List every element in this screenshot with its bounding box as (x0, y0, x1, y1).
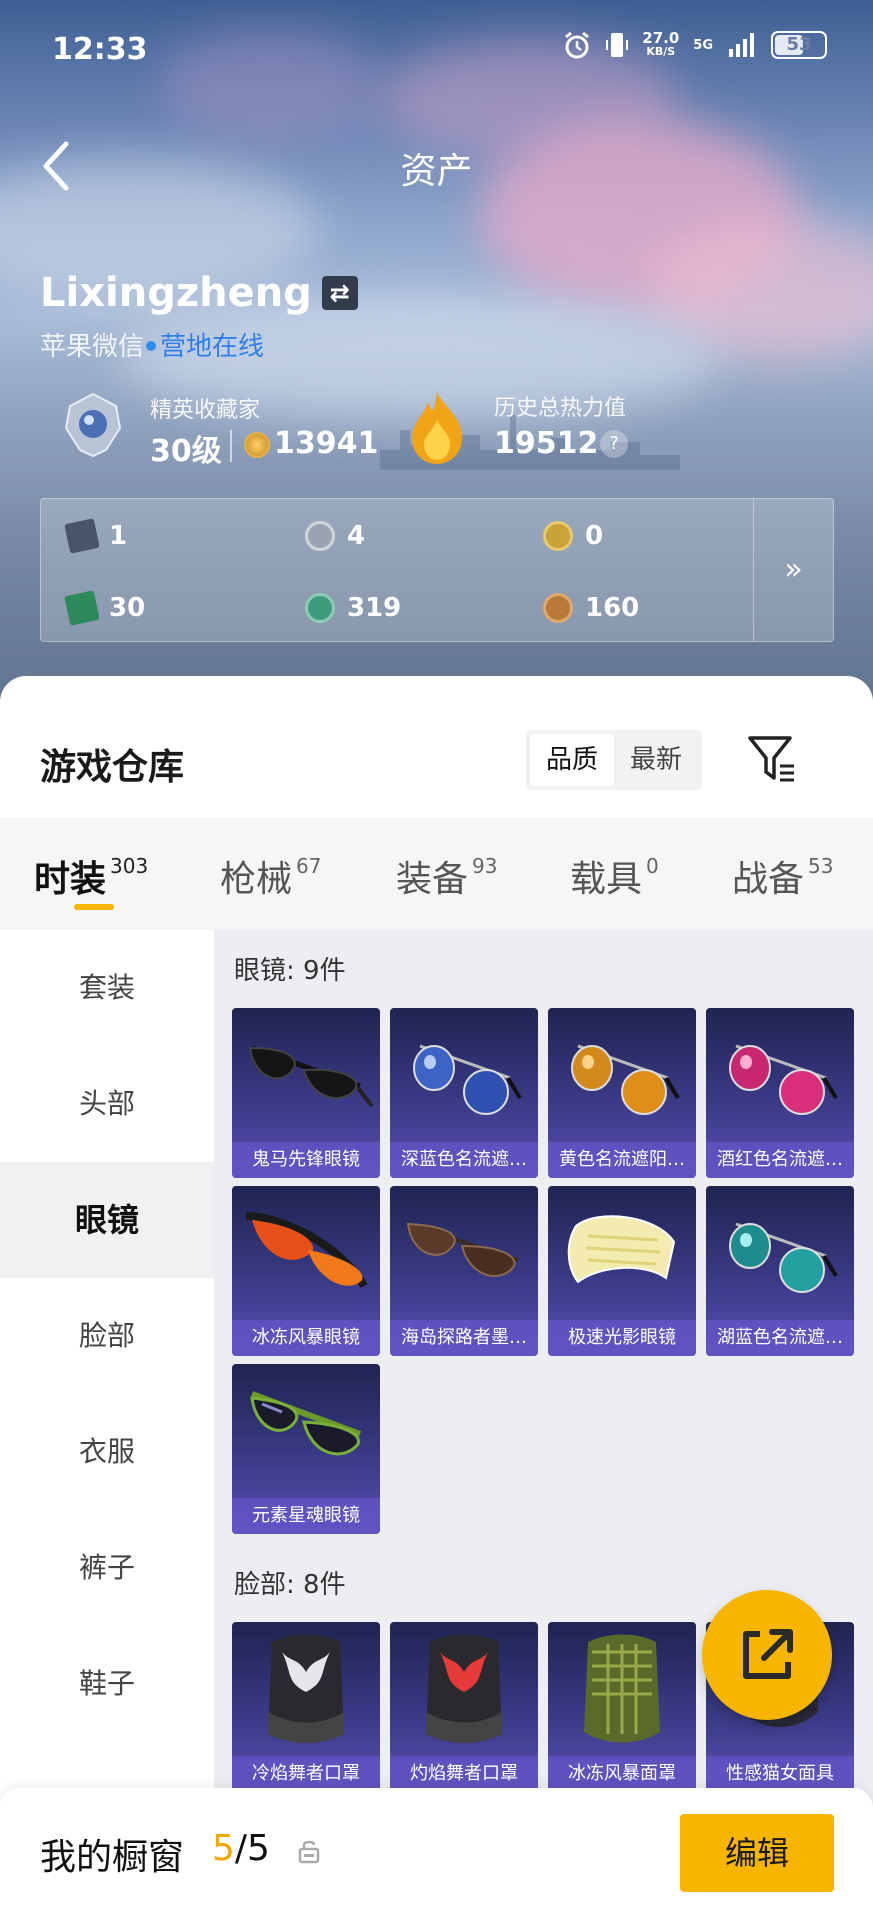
rank-title: 精英收藏家 (150, 398, 261, 423)
sidebar: 套装 头部 眼镜 脸部 衣服 裤子 鞋子 (0, 930, 214, 1920)
asset-item: 0 (543, 521, 603, 551)
item-card[interactable]: 灼焰舞者口罩 (390, 1622, 538, 1792)
coin-value: 13941 (274, 426, 379, 461)
aviator-glasses-icon (729, 1222, 838, 1293)
share-button[interactable] (702, 1590, 832, 1720)
item-card[interactable]: 极速光影眼镜 (548, 1186, 696, 1356)
item-card[interactable]: 海岛探路者墨… (390, 1186, 538, 1356)
item-grid: 眼镜: 9件 鬼马先锋眼镜 深蓝色名流遮… 黄色名流遮阳… 酒红色名流遮… 冰冻… (214, 930, 873, 1920)
sort-toggle: 品质 最新 (526, 730, 702, 790)
sort-latest-button[interactable]: 最新 (614, 734, 698, 786)
bronze-coin-icon (543, 593, 573, 623)
sunglasses-icon (406, 1222, 519, 1277)
active-tab-indicator (74, 904, 114, 910)
heat-title: 历史总热力值 (494, 396, 627, 421)
aviator-glasses-icon (729, 1044, 838, 1115)
asset-item: 30 (64, 590, 145, 626)
warehouse-sheet: 游戏仓库 品质 最新 时装 303 枪械 67 装备 93 载具 0 战备 53 套装 头… (0, 676, 873, 1920)
online-status: 营地在线 (160, 332, 265, 362)
gold-badge-icon (543, 521, 573, 551)
face-mask-icon (584, 1634, 660, 1743)
item-card[interactable]: 鬼马先锋眼镜 (232, 1008, 380, 1178)
mask-icon (426, 1634, 502, 1743)
account-info: 苹果微信 营地在线 (40, 326, 264, 363)
silver-coin-icon (305, 521, 335, 551)
visor-glasses-icon (567, 1215, 676, 1284)
more-assets-button[interactable]: » (753, 499, 833, 641)
signal-type: 5G (693, 37, 713, 53)
item-card[interactable]: 元素星魂眼镜 (232, 1364, 380, 1534)
asset-item: 319 (305, 593, 401, 623)
swap-account-icon[interactable]: ⇄ (321, 276, 358, 310)
tab-vehicles[interactable]: 载具 0 (570, 850, 659, 902)
card-icon (64, 518, 100, 554)
sidebar-item-glasses[interactable]: 眼镜 (0, 1162, 214, 1278)
platform-label: 苹果微信 (40, 332, 145, 362)
warehouse-title: 游戏仓库 (40, 747, 185, 788)
mask-icon (268, 1634, 344, 1743)
tab-firearms[interactable]: 枪械 67 (220, 850, 321, 902)
bottom-bar: 我的橱窗 5/5 编辑 (0, 1788, 873, 1920)
item-card[interactable]: 酒红色名流遮… (706, 1008, 854, 1178)
sport-glasses-icon (245, 1212, 368, 1289)
item-card[interactable]: 深蓝色名流遮… (390, 1008, 538, 1178)
asset-item: 1 (64, 518, 127, 554)
sidebar-item-outfit[interactable]: 套装 (0, 930, 214, 1046)
rank-level: 30级 (150, 434, 222, 469)
sunglasses-icon (248, 1045, 374, 1108)
item-card[interactable]: 冰冻风暴面罩 (548, 1622, 696, 1792)
assets-panel[interactable]: 1 4 0 30 319 160 » (40, 498, 834, 642)
asset-item: 160 (543, 593, 639, 623)
item-card[interactable]: 冰冻风暴眼镜 (232, 1186, 380, 1356)
heat-value: 19512 (494, 426, 599, 461)
sidebar-item-shoes[interactable]: 鞋子 (0, 1626, 214, 1742)
clock: 12:33 (52, 32, 148, 67)
hero-background: 12:33 27.0 KB/S 5G 53 资产 Lixingzheng ⇄ 苹… (0, 0, 873, 700)
aviator-glasses-icon (571, 1044, 680, 1115)
divider (230, 430, 232, 462)
item-card[interactable]: 黄色名流遮阳… (548, 1008, 696, 1178)
showcase-count: 5/5 (212, 1828, 270, 1869)
sidebar-item-pants[interactable]: 裤子 (0, 1510, 214, 1626)
alarm-icon (565, 31, 590, 59)
section-title-face: 脸部: 8件 (234, 1570, 346, 1600)
asset-item: 4 (305, 521, 365, 551)
item-card[interactable]: 冷焰舞者口罩 (232, 1622, 380, 1792)
item-card[interactable]: 湖蓝色名流遮… (706, 1186, 854, 1356)
vibrate-icon (606, 33, 629, 57)
network-speed: 27.0 KB/S (642, 29, 680, 59)
flame-icon (412, 392, 462, 464)
green-card-icon (64, 590, 100, 626)
edit-button[interactable]: 编辑 (680, 1814, 834, 1892)
signal-icon (729, 33, 754, 57)
username: Lixingzheng ⇄ (40, 270, 358, 316)
page-title: 资产 (400, 151, 473, 192)
category-tabs: 时装 303 枪械 67 装备 93 载具 0 战备 53 (0, 818, 873, 930)
status-bar: 12:33 27.0 KB/S 5G 53 (0, 0, 873, 104)
sidebar-item-head[interactable]: 头部 (0, 1046, 214, 1162)
status-icons: 27.0 KB/S 5G 53 (562, 30, 827, 60)
sidebar-item-face[interactable]: 脸部 (0, 1278, 214, 1394)
aviator-glasses-icon (413, 1044, 522, 1115)
online-dot-icon (146, 340, 157, 351)
share-icon (743, 1629, 793, 1679)
nav-bar: 资产 (0, 130, 873, 200)
filter-icon[interactable] (746, 732, 798, 786)
tab-equipment[interactable]: 装备 93 (396, 850, 497, 902)
tab-supplies[interactable]: 战备 53 (732, 850, 833, 902)
sidebar-item-clothes[interactable]: 衣服 (0, 1394, 214, 1510)
green-orb-icon (305, 593, 335, 623)
username-text: Lixingzheng (40, 270, 312, 316)
section-title-glasses: 眼镜: 9件 (234, 956, 346, 986)
coin-icon (244, 432, 270, 458)
element-glasses-icon (250, 1391, 362, 1456)
showcase-label: 我的橱窗 (40, 1837, 185, 1878)
battery-icon: 53 (771, 31, 827, 59)
lock-icon (298, 1840, 320, 1864)
sort-quality-button[interactable]: 品质 (530, 734, 614, 786)
rank-emblem-icon (64, 392, 122, 458)
tab-fashion[interactable]: 时装 303 (34, 850, 148, 902)
help-icon[interactable]: ? (600, 430, 628, 458)
